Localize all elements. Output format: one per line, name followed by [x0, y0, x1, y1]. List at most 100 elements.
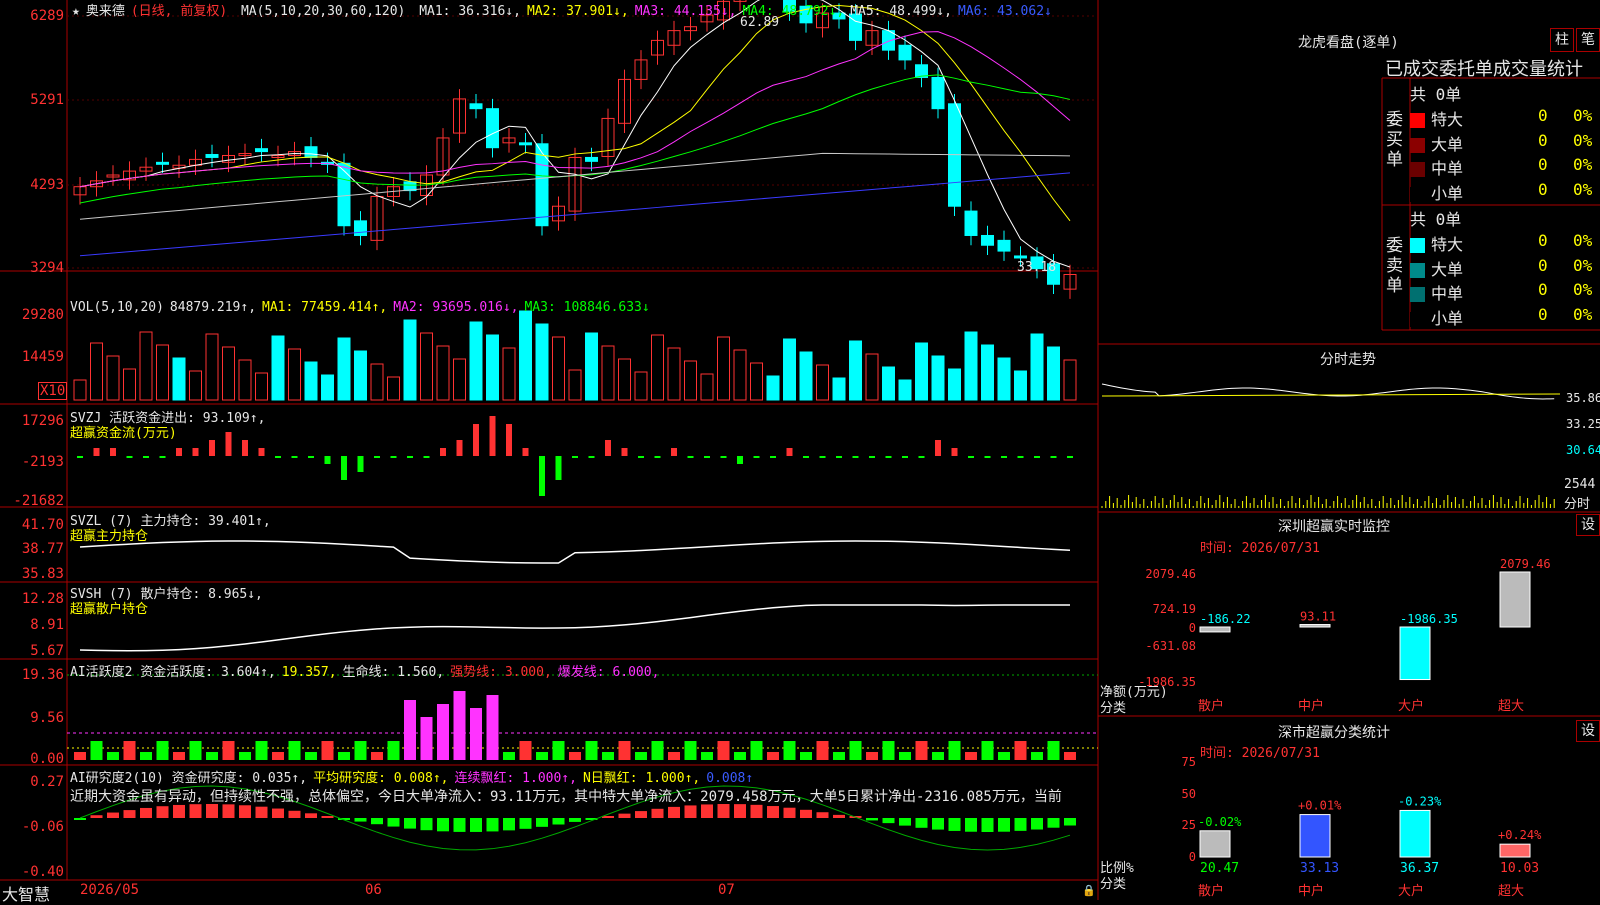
activity-bar: [503, 752, 515, 760]
research-bar: [618, 813, 631, 818]
research-bar: [734, 804, 746, 818]
volume-bar: [271, 335, 285, 401]
svsh-subtitle: 超赢散户持仓: [70, 602, 149, 617]
stats-settings-button[interactable]: 设: [1576, 720, 1600, 742]
research-bar: [915, 818, 928, 828]
ai1-axis-label: 9.56: [30, 710, 64, 726]
order-percent: 0%: [1573, 130, 1593, 150]
fund-flow-bar: [456, 440, 463, 456]
research-bar: [816, 812, 829, 818]
favorite-star-icon[interactable]: ★: [72, 4, 80, 19]
activity-bar: [668, 752, 680, 760]
lhb-subtitle: 已成交委托单成交量统计: [1385, 59, 1583, 80]
activity-bar: [684, 741, 697, 760]
research-bar: [387, 818, 400, 827]
research-bar: [668, 806, 680, 818]
sell-row: 大单: [1410, 256, 1463, 280]
stats-value: 36.37: [1400, 861, 1439, 876]
fund-flow-bar: [753, 456, 760, 458]
candle-body: [354, 220, 367, 236]
stats-bar: [1399, 809, 1431, 858]
order-size-label: 中单: [1431, 159, 1464, 178]
fund-flow-bar: [638, 456, 644, 458]
fund-flow-bar: [407, 456, 413, 458]
ai2-axis-label: 0.27: [30, 774, 64, 790]
vol-axis-label: 29280: [21, 307, 64, 323]
research-bar: [74, 818, 86, 820]
activity-bar: [519, 741, 532, 760]
fund-flow-bar: [242, 440, 248, 456]
volume-bar: [106, 355, 120, 401]
buy-row: 大单: [1410, 131, 1463, 155]
fund-flow-bar: [1001, 456, 1007, 458]
ma-label: MA(5,10,20,30,60,120): [240, 4, 406, 19]
activity-bar: [552, 741, 565, 760]
ma5-value: MA5: 48.499↓,: [850, 4, 952, 19]
activity-bar: [107, 752, 119, 760]
order-percent: 0%: [1573, 304, 1593, 324]
svzj-axis-label: -2193: [21, 454, 64, 470]
stats-bar: [1199, 830, 1231, 858]
volume-bar: [915, 342, 928, 401]
period-label: (日线, 前复权): [130, 4, 228, 19]
monitor-settings-button[interactable]: 设: [1576, 514, 1600, 536]
activity-bar: [965, 752, 977, 760]
research-bar: [354, 818, 367, 822]
volume-bar: [832, 377, 846, 401]
svsh-axis-label: 5.67: [30, 643, 64, 659]
research-bar: [899, 818, 911, 826]
monitor-axis-category: 分类: [1100, 701, 1127, 716]
volume-bar: [997, 357, 1011, 401]
research-bar: [156, 806, 169, 818]
fund-flow-bar: [423, 456, 430, 458]
vol-axis-label: 14459: [21, 349, 64, 365]
retail-line: [79, 604, 1070, 652]
research-bar: [519, 818, 532, 829]
activity-bar: [948, 741, 961, 760]
svzl-subtitle: 超赢主力持仓: [70, 529, 149, 544]
fund-flow-bar: [1050, 456, 1057, 458]
fund-flow-bar: [968, 456, 974, 458]
candle-body: [1014, 255, 1027, 259]
stats-axis-label: 0: [1188, 850, 1196, 864]
order-percent: 0%: [1573, 155, 1593, 174]
volume-bar: [73, 379, 87, 401]
research-bar: [90, 815, 103, 818]
buy-row: 小单: [1410, 180, 1463, 204]
vol-ma1: MA1: 77459.414↑,: [262, 300, 388, 315]
research-bar: [965, 818, 977, 832]
svzl-axis-label: 38.77: [21, 541, 64, 557]
activity-bar: [1047, 741, 1060, 760]
research-bar: [635, 811, 647, 818]
volume-bar: [370, 363, 384, 401]
volume-bar: [634, 371, 648, 401]
research-bar: [173, 804, 185, 818]
lock-icon[interactable]: 🔒: [1082, 884, 1096, 897]
research-bar: [932, 818, 944, 830]
research-bar: [717, 804, 730, 818]
bar-mode-button[interactable]: 柱: [1550, 28, 1574, 52]
intraday-price-label: 30.64: [1566, 443, 1600, 457]
research-bar: [321, 816, 334, 818]
main-force-line: [79, 540, 1071, 564]
fund-flow-bar: [852, 456, 859, 458]
fund-flow-bar: [704, 456, 710, 458]
research-bar: [470, 818, 482, 832]
stock-name: 奥来德: [85, 4, 125, 19]
order-percent: 0%: [1573, 231, 1593, 250]
ma1-value: MA1: 36.316↓,: [419, 4, 521, 19]
candle-body: [469, 103, 483, 110]
monitor-axis-label: 0: [1188, 621, 1196, 635]
monitor-axis-label: 724.19: [1152, 602, 1196, 616]
fund-flow-bar: [621, 448, 628, 456]
lhb-title: 龙虎看盘(逐单): [1298, 35, 1399, 51]
research-bar: [767, 806, 779, 818]
research-bar: [305, 813, 317, 818]
fund-flow-bar: [588, 456, 595, 458]
activity-bar: [701, 752, 713, 760]
fund-flow-bar: [539, 456, 545, 496]
sell-total: 共 0单: [1410, 210, 1462, 229]
candle-body: [337, 162, 351, 227]
activity-bar: [1064, 752, 1076, 760]
tick-mode-button[interactable]: 笔: [1576, 28, 1600, 52]
